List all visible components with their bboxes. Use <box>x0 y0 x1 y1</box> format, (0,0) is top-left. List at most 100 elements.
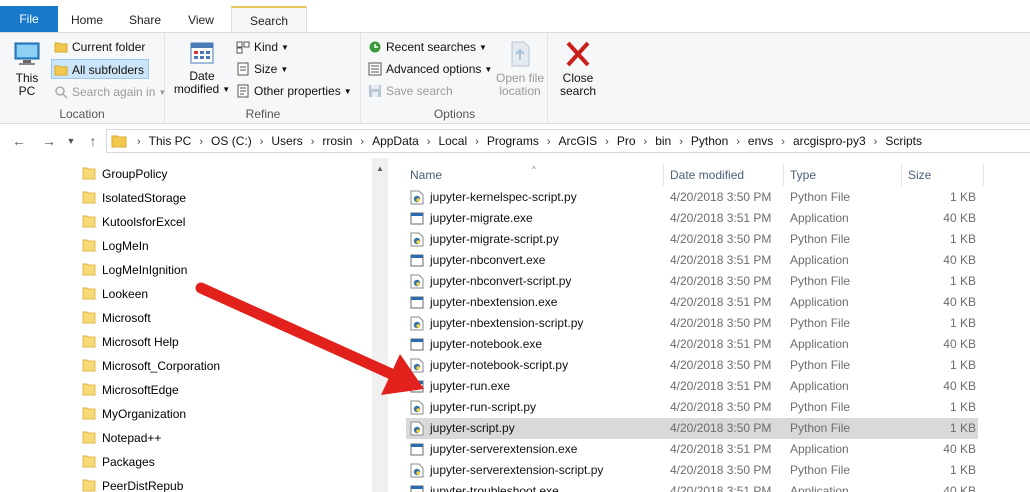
breadcrumb-item[interactable]: Local <box>438 134 467 148</box>
file-row[interactable]: jupyter-migrate-script.py 4/20/2018 3:50 … <box>406 229 978 250</box>
file-row[interactable]: jupyter-nbconvert.exe 4/20/2018 3:51 PM Ap… <box>406 250 978 271</box>
close-search-button[interactable]: Close search <box>556 39 600 98</box>
file-size: 1 KB <box>949 232 976 246</box>
breadcrumb-item[interactable]: This PC <box>149 134 192 148</box>
file-row[interactable]: jupyter-notebook-script.py 4/20/2018 3:50… <box>406 355 978 376</box>
nav-folder-item[interactable]: Microsoft_Corporation <box>80 354 220 378</box>
scroll-up-icon[interactable]: ▲ <box>376 164 384 173</box>
other-properties-button[interactable]: Other properties ▼ <box>234 81 352 101</box>
nav-folder-item[interactable]: IsolatedStorage <box>80 186 186 210</box>
file-row[interactable]: jupyter-nbconvert-script.py 4/20/2018 3:5… <box>406 271 978 292</box>
column-header-date[interactable]: Date modified <box>664 164 784 186</box>
breadcrumb-separator-icon[interactable]: › <box>874 136 878 148</box>
size-button[interactable]: Size ▼ <box>234 59 288 79</box>
nav-folder-item[interactable]: MyOrganization <box>80 402 186 426</box>
breadcrumb-item[interactable]: Scripts <box>885 134 922 148</box>
file-row[interactable]: jupyter-run-script.py 4/20/2018 3:50 PM Py… <box>406 397 978 418</box>
breadcrumb-separator-icon[interactable]: › <box>679 136 683 148</box>
breadcrumb-separator-icon[interactable]: › <box>260 136 264 148</box>
breadcrumb-separator-icon[interactable]: › <box>199 136 203 148</box>
breadcrumb-item[interactable]: Pro <box>617 134 636 148</box>
nav-folder-item[interactable]: Notepad++ <box>80 426 161 450</box>
file-size: 1 KB <box>949 463 976 477</box>
breadcrumb-separator-icon[interactable]: › <box>547 136 551 148</box>
location-group-label: Location <box>59 107 105 121</box>
nav-folder-label: Notepad++ <box>102 431 162 445</box>
folder-icon <box>82 167 96 180</box>
breadcrumb-item[interactable]: Programs <box>487 134 539 148</box>
recent-searches-button[interactable]: Recent searches ▼ <box>366 37 487 57</box>
column-header-type[interactable]: Type <box>784 164 902 186</box>
navigation-pane-scrollbar[interactable]: ▲ <box>372 158 388 492</box>
breadcrumb-separator-icon[interactable]: › <box>605 136 609 148</box>
file-row-selected[interactable]: jupyter-script.py 4/20/2018 3:50 PM Python… <box>406 418 978 439</box>
search-again-in-button[interactable]: Search again in ▼ <box>52 82 166 102</box>
file-size: 1 KB <box>949 421 976 435</box>
recent-locations-button[interactable]: ▼ <box>62 132 80 150</box>
file-size: 40 KB <box>943 484 976 492</box>
nav-folder-item[interactable]: PeerDistRepub <box>80 474 183 492</box>
file-row[interactable]: jupyter-notebook.exe 4/20/2018 3:51 PM App… <box>406 334 978 355</box>
file-row[interactable]: jupyter-serverextension-script.py 4/20/20… <box>406 460 978 481</box>
tab-search[interactable]: Search <box>231 6 307 33</box>
column-header-size[interactable]: Size <box>902 164 984 186</box>
nav-folder-item[interactable]: LogMeInIgnition <box>80 258 187 282</box>
breadcrumb: › This PC › OS (C:) › Users › rrosin › AppData › Lo… <box>129 130 922 152</box>
nav-folder-item[interactable]: KutoolsforExcel <box>80 210 185 234</box>
file-name: jupyter-nbextension.exe <box>430 295 558 309</box>
python-file-icon <box>410 421 424 436</box>
breadcrumb-separator-icon[interactable]: › <box>644 136 648 148</box>
breadcrumb-separator-icon[interactable]: › <box>311 136 315 148</box>
file-row[interactable]: jupyter-troubleshoot.exe 4/20/2018 3:51 P… <box>406 481 978 492</box>
breadcrumb-item[interactable]: Users <box>271 134 302 148</box>
column-header-name[interactable]: ^ Name <box>404 164 664 186</box>
address-bar[interactable]: › This PC › OS (C:) › Users › rrosin › AppData › Lo… <box>106 129 1030 153</box>
file-row[interactable]: jupyter-run.exe 4/20/2018 3:51 PM Applicat… <box>406 376 978 397</box>
save-search-button[interactable]: Save search <box>366 81 453 101</box>
nav-folder-item[interactable]: LogMeIn <box>80 234 149 258</box>
tab-share[interactable]: Share <box>120 8 170 32</box>
breadcrumb-item[interactable]: rrosin <box>322 134 352 148</box>
all-subfolders-button[interactable]: All subfolders <box>51 59 150 79</box>
current-folder-label: Current folder <box>72 40 146 54</box>
back-button[interactable]: ← <box>10 132 28 150</box>
kind-button[interactable]: Kind ▼ <box>234 37 289 57</box>
nav-folder-item[interactable]: Packages <box>80 450 155 474</box>
file-row[interactable]: jupyter-migrate.exe 4/20/2018 3:51 PM Appl… <box>406 208 978 229</box>
this-pc-button[interactable]: This PC <box>8 39 46 98</box>
file-row[interactable]: jupyter-kernelspec-script.py 4/20/2018 3:… <box>406 187 978 208</box>
file-row[interactable]: jupyter-nbextension-script.py 4/20/2018 3… <box>406 313 978 334</box>
file-name: jupyter-run-script.py <box>430 400 537 414</box>
nav-folder-item[interactable]: GroupPolicy <box>80 162 167 186</box>
breadcrumb-item[interactable]: ArcGIS <box>559 134 598 148</box>
nav-folder-item[interactable]: Microsoft <box>80 306 151 330</box>
up-button[interactable]: ↑ <box>84 132 102 150</box>
forward-button[interactable]: → <box>40 132 58 150</box>
breadcrumb-item[interactable]: bin <box>655 134 671 148</box>
breadcrumb-separator-icon[interactable]: › <box>137 136 141 148</box>
date-modified-button[interactable]: Date modified ▼ <box>172 39 232 96</box>
file-type: Application <box>790 337 849 351</box>
breadcrumb-separator-icon[interactable]: › <box>427 136 431 148</box>
folder-icon <box>82 263 96 276</box>
file-row[interactable]: jupyter-nbextension.exe 4/20/2018 3:51 PM… <box>406 292 978 313</box>
open-file-location-button[interactable]: Open file location <box>490 39 550 98</box>
tab-file[interactable]: File <box>0 6 58 32</box>
breadcrumb-item[interactable]: Python <box>691 134 728 148</box>
file-row[interactable]: jupyter-serverextension.exe 4/20/2018 3:5… <box>406 439 978 460</box>
breadcrumb-separator-icon[interactable]: › <box>360 136 364 148</box>
breadcrumb-item[interactable]: OS (C:) <box>211 134 252 148</box>
breadcrumb-item[interactable]: arcgispro-py3 <box>793 134 866 148</box>
nav-folder-item[interactable]: Lookeen <box>80 282 148 306</box>
breadcrumb-item[interactable]: envs <box>748 134 773 148</box>
advanced-options-button[interactable]: Advanced options ▼ <box>366 59 492 79</box>
nav-folder-item[interactable]: Microsoft Help <box>80 330 179 354</box>
breadcrumb-item[interactable]: AppData <box>372 134 419 148</box>
breadcrumb-separator-icon[interactable]: › <box>475 136 479 148</box>
breadcrumb-separator-icon[interactable]: › <box>781 136 785 148</box>
tab-home[interactable]: Home <box>62 8 112 32</box>
tab-view[interactable]: View <box>176 8 226 32</box>
current-folder-button[interactable]: Current folder <box>52 37 145 57</box>
breadcrumb-separator-icon[interactable]: › <box>736 136 740 148</box>
nav-folder-item[interactable]: MicrosoftEdge <box>80 378 179 402</box>
